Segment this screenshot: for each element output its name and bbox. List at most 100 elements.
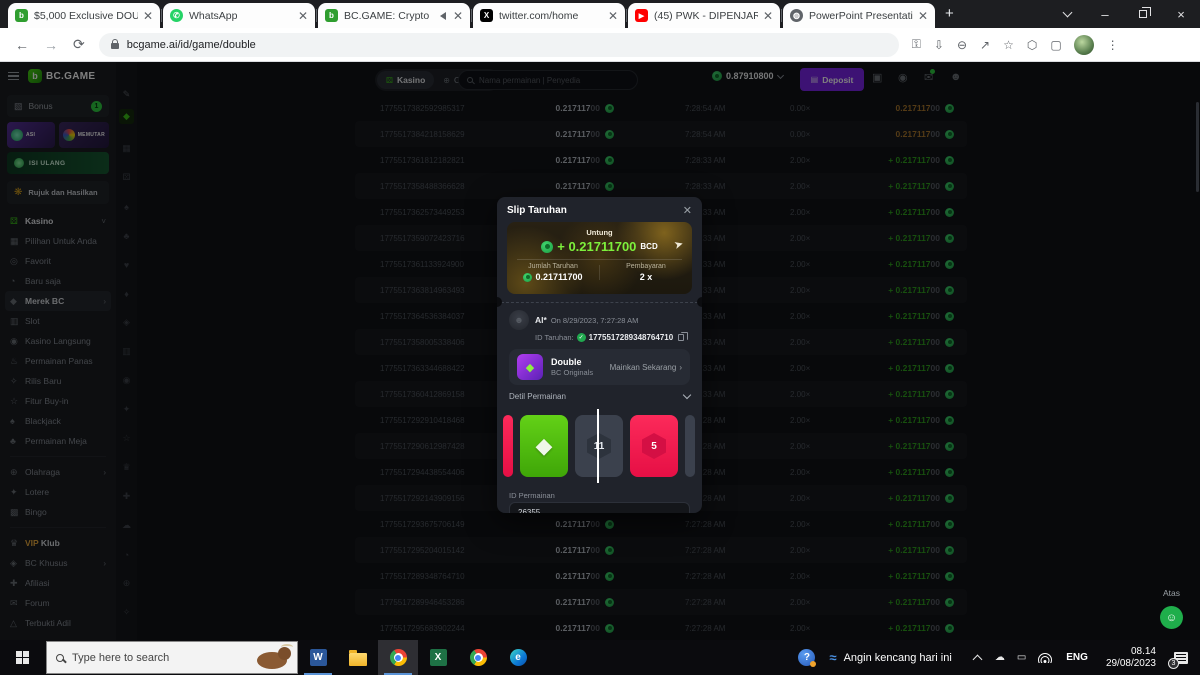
game-name: Double [551, 357, 593, 367]
tab-title: WhatsApp [189, 10, 293, 22]
profit-currency: BCD [640, 242, 657, 251]
new-tab-button[interactable]: + [945, 5, 954, 22]
install-icon[interactable]: ⇩ [934, 38, 944, 52]
folder-icon [349, 653, 367, 666]
tab-close-icon[interactable]: ✕ [453, 9, 463, 23]
tab-title: twitter.com/home [499, 10, 603, 22]
play-now-link[interactable]: Mainkan Sekarang› [610, 363, 682, 372]
side-panel-icon[interactable]: ▢ [1050, 38, 1061, 52]
notification-badge: 3 [1168, 658, 1179, 669]
url-text: bcgame.ai/id/game/double [127, 39, 256, 51]
tab-close-icon[interactable]: ✕ [763, 9, 773, 23]
verified-shield-icon: ✓ [577, 333, 586, 342]
payout-value: 2 x [640, 272, 653, 282]
onedrive-icon[interactable]: ☁ [995, 652, 1005, 663]
tab-title: BC.GAME: Crypto [344, 10, 434, 22]
tab-close-icon[interactable]: ✕ [608, 9, 618, 23]
result-number: 5 [642, 433, 666, 459]
result-card-dark: 11 [575, 415, 623, 477]
edge-taskbar-icon[interactable]: e [498, 640, 538, 675]
back-icon[interactable]: ← [15, 37, 29, 53]
browser-tab[interactable]: ◍PowerPoint Presentati✕ [783, 3, 935, 28]
profile-avatar[interactable] [1074, 35, 1094, 55]
browser-tab[interactable]: ✆ WhatsApp ✕ [163, 3, 315, 28]
bookmark-star-icon[interactable]: ☆ [1003, 38, 1014, 52]
chrome-taskbar-icon[interactable] [378, 640, 418, 675]
extensions-icon[interactable]: ⬡ [1027, 38, 1037, 52]
tab-audio-icon[interactable] [436, 12, 446, 20]
tray-expand-icon[interactable] [972, 654, 982, 664]
globe-favicon: ◍ [790, 9, 803, 22]
menu-dots-icon[interactable]: ⋮ [1107, 38, 1119, 52]
clock[interactable]: 08.14 29/08/2023 [1106, 646, 1156, 670]
chrome-taskbar-icon[interactable] [458, 640, 498, 675]
profit-value: + 0.21711700 [557, 239, 636, 254]
close-button[interactable]: × [1162, 0, 1200, 28]
bcd-coin-icon [523, 273, 532, 282]
support-chat-button[interactable]: ☺ [1160, 606, 1183, 629]
result-card-green: ◆ [520, 415, 568, 477]
copy-icon[interactable] [678, 334, 684, 341]
tab-close-icon[interactable]: ✕ [298, 9, 308, 23]
back-to-top-button[interactable]: Atas [1163, 588, 1180, 598]
game-details-toggle[interactable]: Detil Permainan [509, 392, 690, 401]
share-icon[interactable]: ↗ [980, 38, 990, 52]
explorer-taskbar-icon[interactable] [338, 640, 378, 675]
window-controls: – × [1048, 0, 1200, 28]
x-favicon: X [480, 9, 493, 22]
user-name: Al* [535, 315, 547, 325]
start-button[interactable] [0, 640, 46, 675]
bcgame-favicon: b [15, 9, 28, 22]
profit-label: Untung [507, 222, 692, 237]
browser-tab[interactable]: ▶(45) PWK - DIPENJARA✕ [628, 3, 780, 28]
ticket-divider [501, 302, 698, 303]
weather-wind-icon: ≈ [829, 650, 836, 665]
tab-close-icon[interactable]: ✕ [143, 9, 153, 23]
weather-widget[interactable]: Angin kencang hari ini [844, 652, 952, 664]
profit-banner: Untung + 0.21711700 BCD ➤ Jumlah Taruhan… [507, 222, 692, 294]
wifi-icon[interactable] [1038, 653, 1052, 663]
game-provider: BC Originals [551, 368, 593, 377]
tab-close-icon[interactable]: ✕ [918, 9, 928, 23]
address-bar[interactable]: bcgame.ai/id/game/double [99, 33, 899, 57]
password-key-icon[interactable]: ⚿ [912, 37, 921, 52]
keyboard-icon[interactable]: ▭ [1017, 652, 1026, 663]
excel-taskbar-icon[interactable]: X [418, 640, 458, 675]
minimize-button[interactable]: – [1086, 0, 1124, 28]
browser-tab-strip: b$5,000 Exclusive DOU✕ ✆ WhatsApp ✕ b BC.GAME… [0, 0, 1200, 28]
browser-tab[interactable]: b$5,000 Exclusive DOU✕ [8, 3, 160, 28]
user-avatar: ☻ [509, 310, 529, 330]
bcd-coin-icon [541, 241, 553, 253]
game-row[interactable]: ◆ Double BC Originals Mainkan Sekarang› [509, 349, 690, 385]
zoom-icon[interactable]: ⊖ [957, 38, 967, 52]
windows-logo-icon [16, 651, 30, 665]
modal-close-icon[interactable]: ✕ [683, 204, 692, 217]
tab-search-chevron-icon[interactable] [1048, 0, 1086, 28]
double-game-icon: ◆ [517, 354, 543, 380]
browser-tab[interactable]: Xtwitter.com/home ✕ [473, 3, 625, 28]
result-number: 11 [587, 433, 611, 459]
page-scrollbar[interactable] [1196, 102, 1199, 192]
reload-icon[interactable]: ⟳ [73, 36, 85, 53]
taskbar-search-box[interactable] [46, 641, 298, 674]
game-id-input[interactable]: 26355 [509, 502, 690, 513]
notification-center-icon[interactable]: 3 [1166, 640, 1196, 675]
forward-icon[interactable]: → [44, 37, 58, 53]
taskbar-search-input[interactable] [72, 652, 222, 664]
bet-id-label: ID Taruhan: [535, 333, 574, 342]
word-taskbar-icon[interactable]: W [298, 640, 338, 675]
excel-icon: X [430, 649, 447, 666]
help-icon[interactable]: ? [798, 649, 815, 666]
tab-title: (45) PWK - DIPENJARA [654, 10, 758, 22]
language-indicator[interactable]: ENG [1066, 652, 1088, 663]
windows-taskbar: W Xe ? ≈ Angin kencang hari ini ☁ ▭ ENG 0… [0, 640, 1200, 675]
edge-icon: e [510, 649, 527, 666]
chevron-down-icon [683, 391, 691, 399]
browser-tab[interactable]: bBC.GAME: Crypto✕ [318, 3, 470, 28]
browser-toolbar: ← → ⟳ bcgame.ai/id/game/double ⚿ ⇩ ⊖ ↗ ☆… [0, 28, 1200, 62]
bet-id-value: 1775517289348764710 [589, 333, 674, 342]
bet-amount-value: 0.21711700 [535, 272, 582, 282]
restore-button[interactable] [1124, 0, 1162, 28]
bcgame-page: ⚄ Kasino ⊕ Olahraga 0.87910800 ▤ Deposit… [0, 62, 1200, 640]
whatsapp-favicon: ✆ [170, 9, 183, 22]
